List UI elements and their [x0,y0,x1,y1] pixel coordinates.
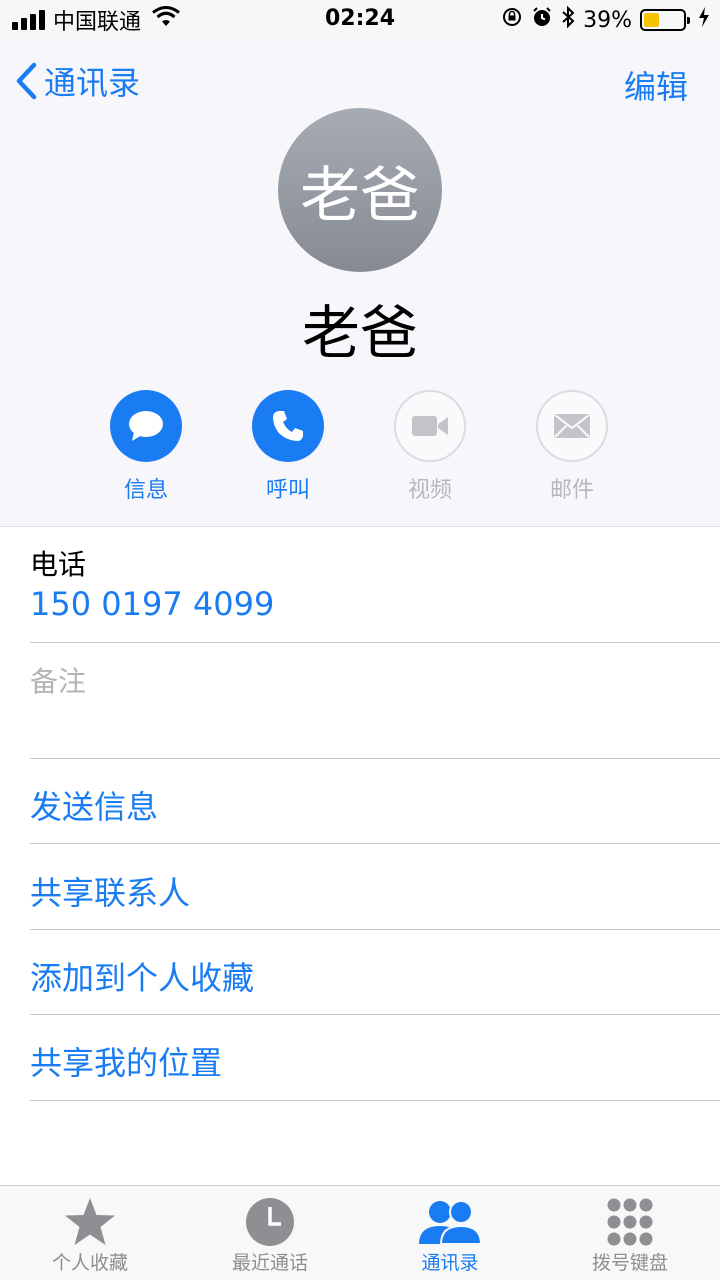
star-icon [65,1198,115,1245]
tab-contacts[interactable]: 通讯录 [360,1186,540,1280]
tab-label: 通讯录 [421,1252,479,1274]
tab-favorites[interactable]: 个人收藏 [0,1186,180,1280]
mail-action-button[interactable]: 邮件 [522,390,622,504]
send-message-option[interactable]: 发送信息 [30,782,158,828]
message-icon [129,411,163,441]
divider [30,642,720,643]
keypad-icon [607,1198,653,1246]
mail-icon [554,414,590,438]
divider [30,758,720,759]
contact-name: 老爸 [301,299,418,367]
phone-icon [273,411,303,441]
video-action-label: 视频 [407,478,452,503]
divider [30,1100,720,1101]
tab-label: 最近通话 [231,1252,308,1274]
share-location-option[interactable]: 共享我的位置 [30,1038,222,1084]
tab-bar: 个人收藏 最近通话 通讯录 拨号键盘 [0,1185,720,1280]
mail-action-label: 邮件 [549,478,594,503]
video-action-button[interactable]: 视频 [380,390,480,504]
tab-label: 个人收藏 [51,1252,128,1274]
phone-number[interactable]: 150 0197 4099 [30,585,274,623]
call-action-button[interactable]: 呼叫 [238,390,338,504]
call-action-label: 呼叫 [265,478,310,503]
edit-button[interactable]: 编辑 [624,62,688,108]
notes-field[interactable]: 备注 [30,660,86,700]
avatar-text: 老爸 [300,160,420,231]
video-icon [412,416,448,436]
orientation-lock-icon [501,6,523,34]
tab-recents[interactable]: 最近通话 [180,1186,360,1280]
bluetooth-icon [561,5,575,34]
message-action-label: 信息 [123,478,168,503]
charging-icon [698,7,710,33]
contact-header: 通讯录 编辑 老爸 老爸 信息 呼叫 视频 邮件 [0,40,720,527]
tab-keypad[interactable]: 拨号键盘 [540,1186,720,1280]
share-contact-option[interactable]: 共享联系人 [30,868,190,914]
divider [30,843,720,844]
back-button[interactable]: 通讯录 [14,58,140,104]
alarm-icon [531,6,553,34]
avatar: 老爸 [278,108,442,272]
chevron-left-icon [16,62,37,100]
battery-icon [640,9,690,31]
battery-fill [644,13,659,27]
battery-percent: 39% [583,7,632,33]
divider [30,929,720,930]
divider [30,1014,720,1015]
clock-icon [246,1198,294,1246]
message-action-button[interactable]: 信息 [96,390,196,504]
status-bar: 中国联通 02:24 39% [0,0,720,40]
tab-label: 拨号键盘 [591,1252,668,1274]
back-label: 通讯录 [44,64,141,102]
phone-label: 电话 [30,548,87,581]
add-to-favorites-option[interactable]: 添加到个人收藏 [30,953,254,999]
contacts-icon [419,1200,483,1245]
